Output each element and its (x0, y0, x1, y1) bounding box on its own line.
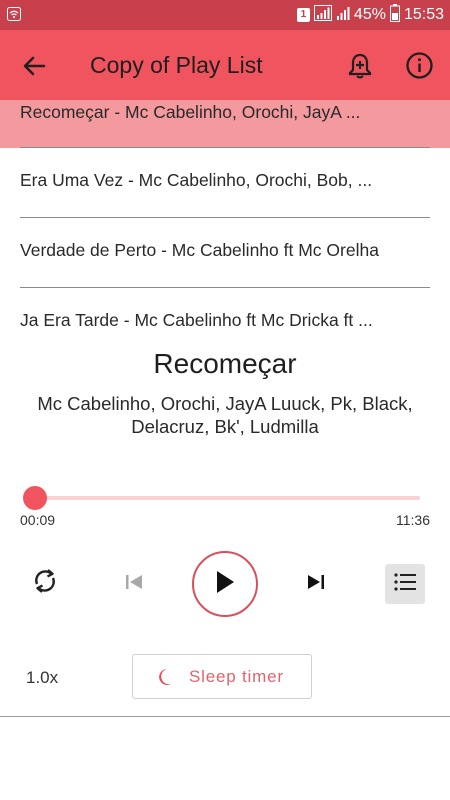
playlist: Recomeçar - Mc Cabelinho, Orochi, JayA .… (0, 100, 450, 345)
page-title: Copy of Play List (90, 52, 263, 78)
sleep-timer-button[interactable]: Sleep timer (132, 654, 312, 699)
list-icon (393, 571, 417, 598)
clock: 15:53 (403, 6, 444, 23)
play-button[interactable] (192, 551, 258, 617)
progress-thumb[interactable] (23, 486, 47, 510)
repeat-icon (31, 567, 59, 600)
moon-icon (155, 667, 175, 687)
playlist-item-active[interactable]: Recomeçar - Mc Cabelinho, Orochi, JayA .… (0, 100, 450, 148)
battery-icon (389, 3, 400, 27)
total-time: 11:36 (396, 512, 430, 528)
sim-badge: 1 (296, 8, 310, 22)
skip-next-icon (305, 571, 327, 598)
previous-button[interactable] (120, 570, 148, 598)
playlist-item[interactable]: Era Uma Vez - Mc Cabelinho, Orochi, Bob,… (0, 148, 450, 218)
battery-percent: 45% (353, 6, 386, 23)
sleep-timer-label: Sleep timer (189, 666, 284, 686)
play-icon (213, 569, 237, 600)
playlist-item[interactable]: Ja Era Tarde - Mc Cabelinho ft Mc Dricka… (0, 288, 450, 345)
divider (0, 716, 450, 717)
now-playing-artist: Mc Cabelinho, Orochi, JayA Luuck, Pk, Bl… (37, 393, 413, 437)
current-time: 00:09 (20, 512, 56, 528)
signal-icon-secondary (336, 5, 350, 26)
queue-button[interactable] (385, 564, 425, 604)
info-icon[interactable] (405, 51, 434, 80)
skip-previous-icon (123, 571, 145, 598)
alarm-add-icon[interactable] (346, 52, 374, 80)
wifi-icon (7, 7, 21, 26)
track-label: Ja Era Tarde - Mc Cabelinho ft Mc Dricka… (20, 310, 373, 330)
progress-track[interactable] (35, 496, 420, 500)
playback-speed[interactable]: 1.0x (26, 668, 58, 688)
next-button[interactable] (302, 570, 330, 598)
track-label: Recomeçar - Mc Cabelinho, Orochi, JayA .… (20, 102, 361, 122)
track-label: Era Uma Vez - Mc Cabelinho, Orochi, Bob,… (20, 170, 373, 190)
signal-icon (313, 4, 332, 26)
repeat-button[interactable] (28, 566, 62, 600)
arrow-left-icon[interactable] (20, 52, 48, 80)
status-bar: 1 45% 15:53 (0, 0, 450, 30)
playlist-item[interactable]: Verdade de Perto - Mc Cabelinho ft Mc Or… (0, 218, 450, 288)
now-playing-title: Recomeçar (153, 348, 297, 379)
track-label: Verdade de Perto - Mc Cabelinho ft Mc Or… (20, 240, 379, 260)
app-bar: Copy of Play List (0, 30, 450, 100)
